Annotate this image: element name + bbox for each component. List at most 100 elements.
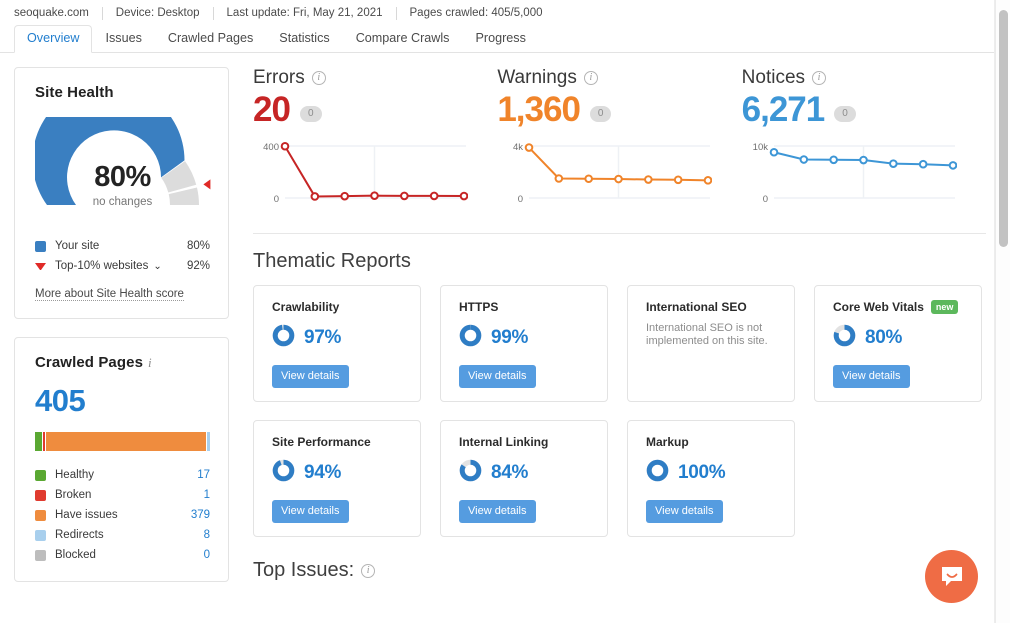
info-icon[interactable]: i — [361, 563, 376, 578]
sparkline-data-point[interactable] — [674, 175, 683, 185]
legend-value: 17 — [197, 469, 210, 481]
view-details-button[interactable]: View details — [459, 365, 536, 388]
sparkline-data-point[interactable] — [614, 174, 624, 184]
progress-ring-icon — [646, 459, 669, 487]
y-axis-tick-label: 4k — [513, 142, 523, 153]
sparkline-data-point[interactable] — [459, 191, 469, 201]
stat-name: Notices — [741, 67, 806, 88]
thematic-card-percent: 84% — [491, 462, 529, 483]
tab-overview[interactable]: Overview — [14, 25, 93, 53]
sparkline-data-point[interactable] — [280, 141, 290, 151]
site-health-title: Site Health — [35, 84, 114, 101]
top-issues-heading-text: Top Issues: — [253, 559, 355, 581]
thematic-card-score: 99% — [459, 324, 593, 352]
stat-header: Warnings i — [497, 67, 719, 89]
stat-errors: Errors i 20 0 400 0 — [253, 67, 497, 215]
view-details-button[interactable]: View details — [646, 500, 723, 523]
progress-ring-icon — [272, 324, 295, 352]
stacked-bar-segment-have-issues[interactable] — [45, 432, 206, 451]
vertical-scrollbar-thumb[interactable] — [999, 10, 1008, 247]
view-details-button[interactable]: View details — [272, 365, 349, 388]
sparkline-data-point[interactable] — [948, 161, 957, 170]
thematic-card-score: 100% — [646, 459, 780, 487]
crawled-pages-stacked-bar — [35, 432, 210, 451]
thematic-card-percent: 94% — [304, 462, 342, 483]
section-divider — [253, 233, 986, 234]
legend-label-text: Top-10% websites — [55, 260, 149, 272]
sparkline-data-point[interactable] — [310, 192, 320, 201]
legend-label: Your site — [55, 240, 100, 252]
progress-ring-icon — [272, 459, 295, 487]
more-about-site-health-link[interactable]: More about Site Health score — [35, 288, 184, 301]
view-details-button[interactable]: View details — [833, 365, 910, 388]
right-column: Errors i 20 0 400 0 Warnings i 1,360 0 4k 0 Notices i… — [229, 67, 996, 623]
thematic-card-title: Site Performance — [272, 435, 406, 449]
tab-crawled-pages[interactable]: Crawled Pages — [155, 25, 266, 53]
sparkline-data-point[interactable] — [888, 159, 898, 168]
thematic-card-international-seo[interactable]: International SEO International SEO is no… — [627, 285, 795, 402]
stacked-bar-segment-redirects[interactable] — [205, 432, 210, 451]
stat-value-row: 20 0 — [253, 90, 475, 130]
sparkline-data-point[interactable] — [429, 191, 439, 201]
sparkline-data-point[interactable] — [370, 191, 379, 200]
stacked-bar-segment-healthy[interactable] — [35, 432, 43, 451]
sparkline-data-point[interactable] — [554, 174, 564, 183]
page-body: Site Health 80% no changes Your site 80%… — [0, 53, 1010, 623]
tab-compare-crawls[interactable]: Compare Crawls — [343, 25, 463, 53]
thematic-reports-heading: Thematic Reports — [253, 250, 411, 272]
thematic-card-score: 80% — [833, 324, 967, 352]
tab-statistics[interactable]: Statistics — [266, 25, 342, 53]
sparkline-data-point[interactable] — [704, 176, 713, 185]
thematic-card-title-text: Crawlability — [272, 300, 340, 314]
sparkline-data-point[interactable] — [829, 155, 838, 165]
legend-row[interactable]: Healthy 17 — [35, 465, 210, 485]
vertical-scrollbar-track[interactable] — [995, 0, 1010, 623]
y-axis-tick-label: 400 — [263, 142, 279, 153]
thematic-card-core-web-vitals[interactable]: Core Web Vitals new 80% View details — [814, 285, 982, 402]
info-icon[interactable]: i — [311, 71, 326, 85]
sparkline-data-point[interactable] — [858, 155, 868, 165]
view-details-button[interactable]: View details — [272, 500, 349, 523]
sparkline-data-point[interactable] — [525, 143, 534, 152]
sparkline-data-point[interactable] — [644, 175, 653, 184]
info-icon[interactable]: i — [148, 355, 152, 370]
legend-row[interactable]: Blocked 0 — [35, 545, 210, 565]
sparkline-chart: 10k 0 — [752, 142, 957, 205]
thematic-card-crawlability[interactable]: Crawlability 97% View details — [253, 285, 421, 402]
tab-progress[interactable]: Progress — [462, 25, 538, 53]
info-icon[interactable]: i — [583, 71, 598, 85]
thematic-card-percent: 80% — [865, 327, 903, 348]
stat-header: Notices i — [742, 67, 964, 89]
color-swatch-icon — [35, 549, 46, 561]
sparkline-data-point[interactable] — [799, 155, 808, 164]
thematic-card-site-performance[interactable]: Site Performance 94% View details — [253, 420, 421, 537]
y-axis-tick-label: 0 — [274, 194, 279, 205]
meta-device: Device: Desktop — [115, 7, 200, 19]
legend-row[interactable]: Top-10% websites ⌄ 92% — [35, 256, 210, 276]
sparkline-data-point[interactable] — [400, 191, 409, 201]
legend-value: 379 — [190, 509, 210, 521]
chevron-down-icon[interactable]: ⌄ — [153, 261, 161, 272]
sparkline-data-point[interactable] — [340, 191, 349, 201]
chat-widget-button[interactable] — [925, 550, 978, 603]
sparkline-data-point[interactable] — [584, 174, 594, 184]
legend-value: 1 — [203, 489, 210, 501]
thematic-card-percent: 97% — [304, 327, 342, 348]
legend-row[interactable]: Have issues 379 — [35, 505, 210, 525]
thematic-card-https[interactable]: HTTPS 99% View details — [440, 285, 608, 402]
thematic-card-title: Crawlability — [272, 300, 406, 314]
sparkline-data-point[interactable] — [769, 147, 778, 157]
sparkline-data-point[interactable] — [918, 159, 928, 169]
left-column: Site Health 80% no changes Your site 80%… — [14, 67, 229, 623]
meta-pages-crawled: Pages crawled: 405/5,000 — [409, 7, 543, 19]
tab-issues[interactable]: Issues — [92, 25, 154, 53]
view-details-button[interactable]: View details — [459, 500, 536, 523]
thematic-card-markup[interactable]: Markup 100% View details — [627, 420, 795, 537]
legend-row[interactable]: Redirects 8 — [35, 525, 210, 545]
progress-ring-icon — [833, 324, 856, 352]
thematic-card-internal-linking[interactable]: Internal Linking 84% View details — [440, 420, 608, 537]
info-icon[interactable]: i — [812, 71, 827, 85]
legend-row[interactable]: Broken 1 — [35, 485, 210, 505]
legend-label: Healthy — [55, 469, 94, 481]
stats-row: Errors i 20 0 400 0 Warnings i 1,360 0 4k 0 Notices i… — [253, 67, 986, 215]
